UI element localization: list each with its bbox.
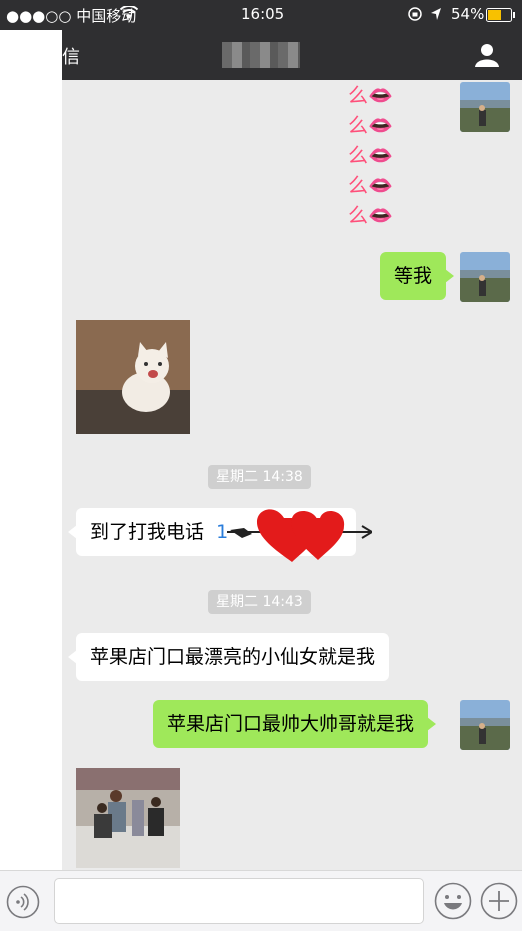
- my-avatar[interactable]: [460, 252, 510, 302]
- voice-icon[interactable]: [6, 885, 40, 923]
- status-bar: ●●●○○ 中国移动 16:05 54%: [0, 0, 522, 30]
- heart-redaction-scribble: [222, 504, 374, 568]
- emoji-line: 么👄: [348, 83, 393, 107]
- timestamp: 星期二 14:43: [208, 590, 311, 614]
- carrier-label: ●●●○○ 中国移动: [6, 7, 137, 25]
- chat-area[interactable]: 么👄 么👄 么👄 么👄 么👄 等我 星期二 14:38 到了打我电话 1 星期二…: [62, 80, 522, 870]
- emoji-line: 么👄: [348, 203, 393, 227]
- blurred-contact-name: [222, 42, 300, 68]
- contact-profile-icon[interactable]: [474, 42, 500, 72]
- message-input[interactable]: [54, 878, 424, 924]
- emoji-line: 么👄: [348, 143, 393, 167]
- emoji-line: 么👄: [348, 113, 393, 137]
- input-bar: [0, 870, 522, 931]
- my-avatar[interactable]: [460, 700, 510, 750]
- emoji-message: 么👄 么👄 么👄 么👄 么👄: [348, 80, 398, 230]
- location-icon: [430, 7, 442, 25]
- cat-image[interactable]: [76, 320, 190, 434]
- wifi-icon: [119, 5, 139, 24]
- group-photo[interactable]: [76, 768, 180, 868]
- battery-percent: 54%: [451, 5, 485, 23]
- plus-icon[interactable]: [480, 882, 518, 924]
- nav-bar: 信: [0, 30, 522, 80]
- back-label[interactable]: 信: [62, 43, 80, 69]
- message-wait-me[interactable]: 等我: [380, 252, 455, 300]
- message-fairy[interactable]: 苹果店门口最漂亮的小仙女就是我: [67, 633, 390, 681]
- battery-icon: [486, 8, 516, 26]
- emoji-line: 么👄: [348, 173, 393, 197]
- clock: 16:05: [241, 5, 285, 23]
- emoji-face-icon[interactable]: [434, 882, 472, 924]
- my-avatar[interactable]: [460, 82, 510, 132]
- rotation-lock-icon: [408, 7, 422, 25]
- timestamp: 星期二 14:38: [208, 465, 311, 489]
- message-handsome[interactable]: 苹果店门口最帅大帅哥就是我: [153, 700, 437, 748]
- left-white-overlay: [0, 30, 62, 870]
- message-text: 到了打我电话: [90, 521, 205, 543]
